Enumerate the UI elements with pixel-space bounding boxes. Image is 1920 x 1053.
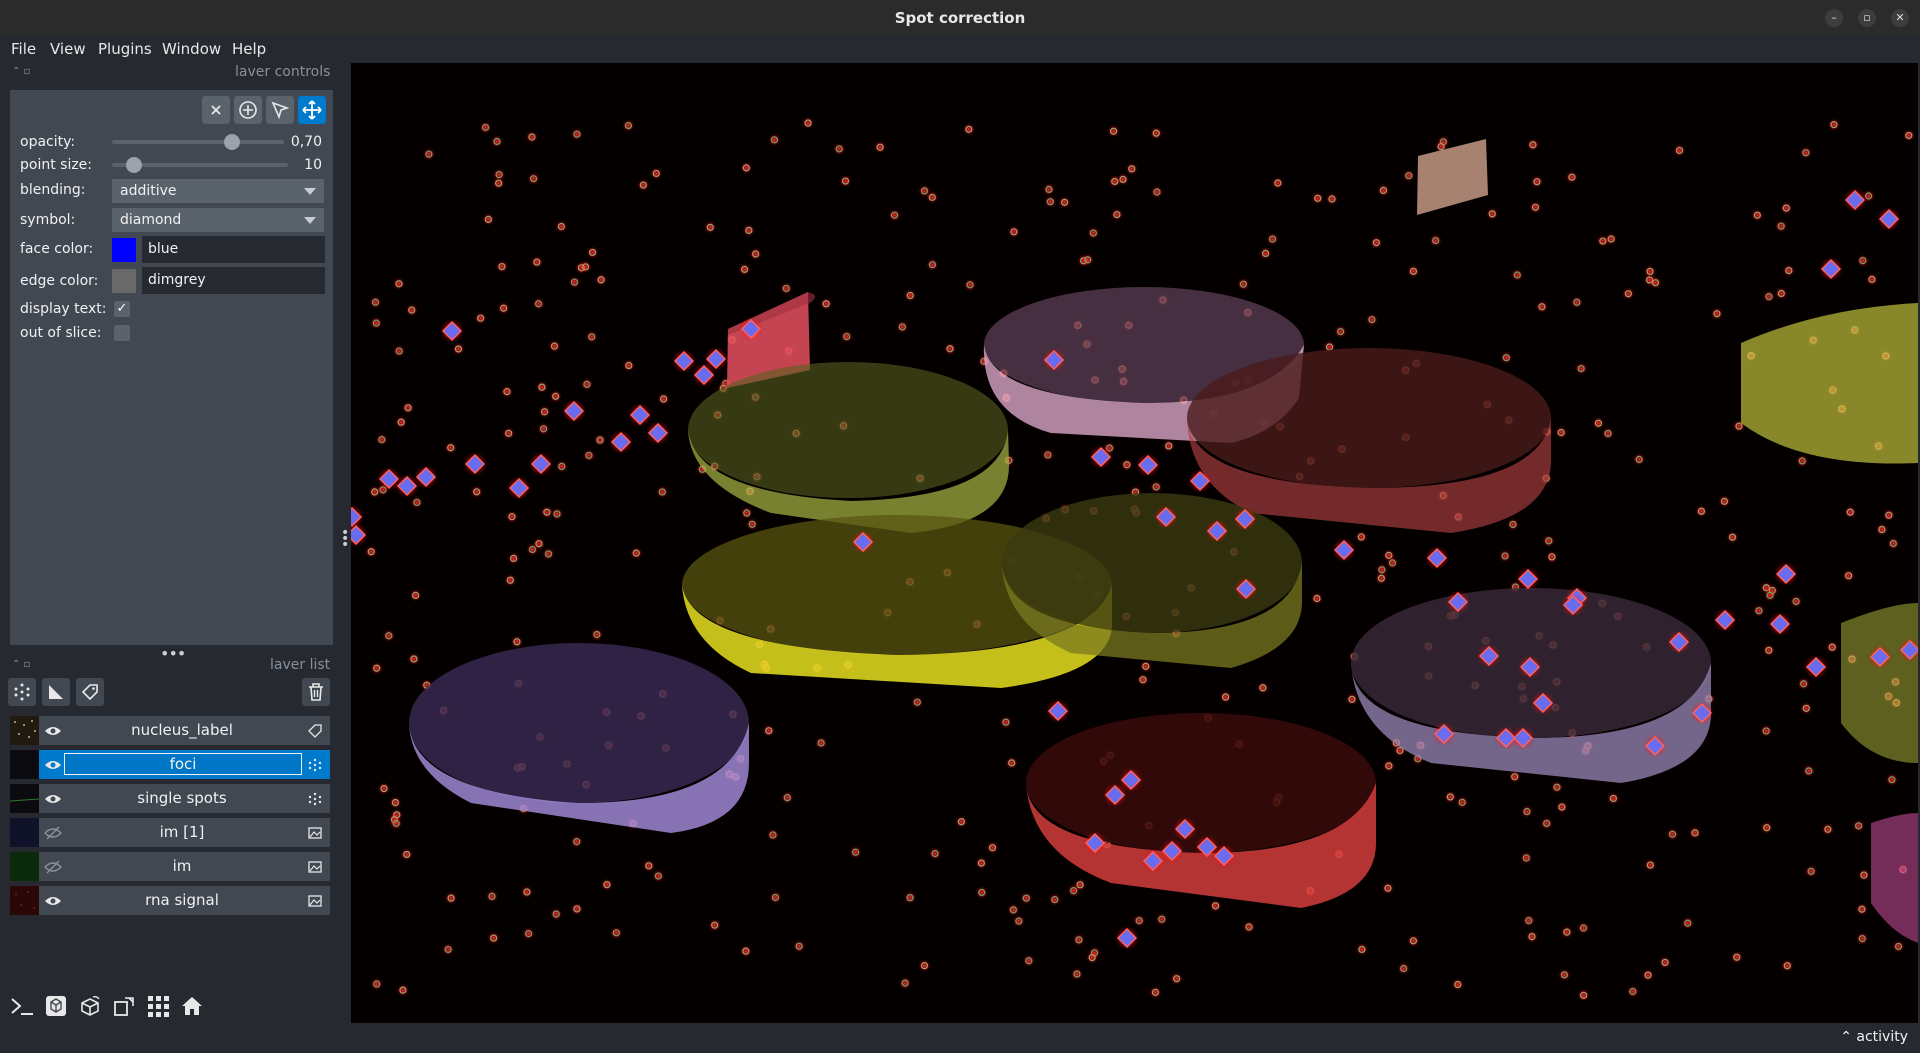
roll-dims-icon[interactable]	[76, 992, 104, 1020]
layer-name: rna signal	[145, 891, 219, 909]
layer-thumbnail	[10, 818, 39, 847]
add-points-icon[interactable]	[234, 96, 262, 124]
layer-thumbnail	[9, 784, 40, 813]
new-points-layer-icon[interactable]	[8, 678, 36, 706]
home-icon[interactable]	[178, 992, 206, 1020]
layer-row-im-1[interactable]: im [1]	[10, 818, 330, 847]
out-of-slice-label: out of slice:	[20, 325, 102, 341]
blending-label: blending:	[20, 182, 86, 198]
image-layer-icon	[308, 859, 322, 873]
display-text-label: display text:	[20, 301, 107, 317]
delete-layer-icon[interactable]	[302, 678, 330, 706]
eye-closed-icon[interactable]	[44, 858, 62, 876]
symbol-label: symbol:	[20, 212, 76, 228]
layer-row-nucleus-label[interactable]: nucleus_label	[10, 716, 330, 745]
symbol-value: diamond	[120, 212, 182, 228]
transpose-icon[interactable]	[110, 992, 138, 1020]
dock-float-icon[interactable]: ⌃ ▫	[12, 659, 30, 670]
eye-icon[interactable]	[44, 722, 62, 740]
layer-controls-title: laver controls	[235, 64, 331, 80]
points-layer-icon	[308, 791, 322, 806]
pan-zoom-icon[interactable]	[298, 96, 326, 124]
dock-float-icon[interactable]: ⌃ ▫	[12, 66, 30, 77]
blending-dropdown[interactable]: additive	[112, 179, 324, 203]
canvas-scene	[351, 63, 1918, 1023]
delete-selected-icon[interactable]	[202, 96, 230, 124]
status-bar: ⌃ activity	[0, 1023, 1920, 1053]
opacity-slider[interactable]	[112, 140, 284, 144]
layer-row-rna-signal[interactable]: rna signal	[10, 886, 330, 915]
out-of-slice-checkbox[interactable]	[114, 325, 130, 341]
console-icon[interactable]	[8, 992, 36, 1020]
eye-closed-icon[interactable]	[44, 824, 62, 842]
face-color-field[interactable]: blue	[142, 236, 325, 263]
labels-layer-icon	[308, 723, 322, 738]
layer-thumbnail	[10, 750, 39, 779]
face-color-label: face color:	[20, 241, 94, 257]
viewer-canvas[interactable]	[351, 63, 1918, 1023]
window-title: Spot correction	[894, 9, 1026, 27]
face-color-swatch[interactable]	[112, 238, 136, 262]
chevron-down-icon	[304, 217, 316, 224]
new-labels-layer-icon[interactable]	[76, 678, 104, 706]
menu-help[interactable]: Help	[232, 40, 266, 58]
layer-list-title: laver list	[270, 657, 331, 673]
activity-label: activity	[1856, 1029, 1908, 1045]
menu-file[interactable]: File	[11, 40, 36, 58]
blending-value: additive	[120, 183, 177, 199]
edge-color-swatch[interactable]	[112, 269, 136, 293]
points-layer-icon	[308, 757, 322, 772]
symbol-dropdown[interactable]: diamond	[112, 208, 324, 232]
layer-name: single spots	[137, 789, 227, 807]
grid-icon[interactable]	[144, 992, 172, 1020]
layer-controls-panel	[10, 90, 333, 645]
opacity-label: opacity:	[20, 134, 76, 150]
layer-row-single-spots[interactable]: single spots	[9, 784, 330, 813]
select-points-icon[interactable]	[266, 96, 294, 124]
eye-icon[interactable]	[44, 790, 62, 808]
layer-thumbnail	[10, 716, 39, 745]
splitter-handle[interactable]: • • •	[341, 526, 349, 552]
eye-icon[interactable]	[44, 892, 62, 910]
activity-button[interactable]: ⌃ activity	[1840, 1029, 1908, 1045]
image-layer-icon	[308, 825, 322, 839]
new-shapes-layer-icon[interactable]	[42, 678, 70, 706]
opacity-value: 0,70	[290, 134, 322, 150]
layer-thumbnail	[10, 852, 39, 881]
layer-name[interactable]: foci	[64, 753, 302, 775]
point-size-slider-handle[interactable]	[126, 157, 142, 173]
menu-plugins[interactable]: Plugins	[98, 40, 152, 58]
layer-name: im [1]	[159, 823, 205, 841]
layer-name: nucleus_label	[131, 721, 233, 739]
title-bar: Spot correction – ▫ ✕	[0, 0, 1920, 37]
close-icon[interactable]: ✕	[1891, 9, 1909, 27]
edge-color-label: edge color:	[20, 273, 99, 289]
layer-thumbnail	[10, 886, 39, 915]
display-text-checkbox[interactable]: ✓	[114, 301, 130, 317]
point-size-label: point size:	[20, 157, 93, 173]
point-size-value: 10	[304, 157, 322, 173]
layer-row-im[interactable]: im	[10, 852, 330, 881]
eye-icon[interactable]	[44, 756, 62, 774]
menu-view[interactable]: View	[50, 40, 86, 58]
ndisplay-3d-icon[interactable]	[42, 992, 70, 1020]
chevron-down-icon	[304, 188, 316, 195]
minimize-icon[interactable]: –	[1825, 9, 1843, 27]
layer-name: im	[172, 857, 192, 875]
maximize-icon[interactable]: ▫	[1858, 9, 1876, 27]
layer-row-foci[interactable]: foci	[10, 750, 330, 779]
menu-bar: File View Plugins Window Help	[0, 36, 1920, 62]
dock-resize-handle[interactable]: •••	[160, 644, 186, 663]
edge-color-field[interactable]: dimgrey	[142, 267, 325, 294]
image-layer-icon	[308, 893, 322, 907]
menu-window[interactable]: Window	[162, 40, 221, 58]
